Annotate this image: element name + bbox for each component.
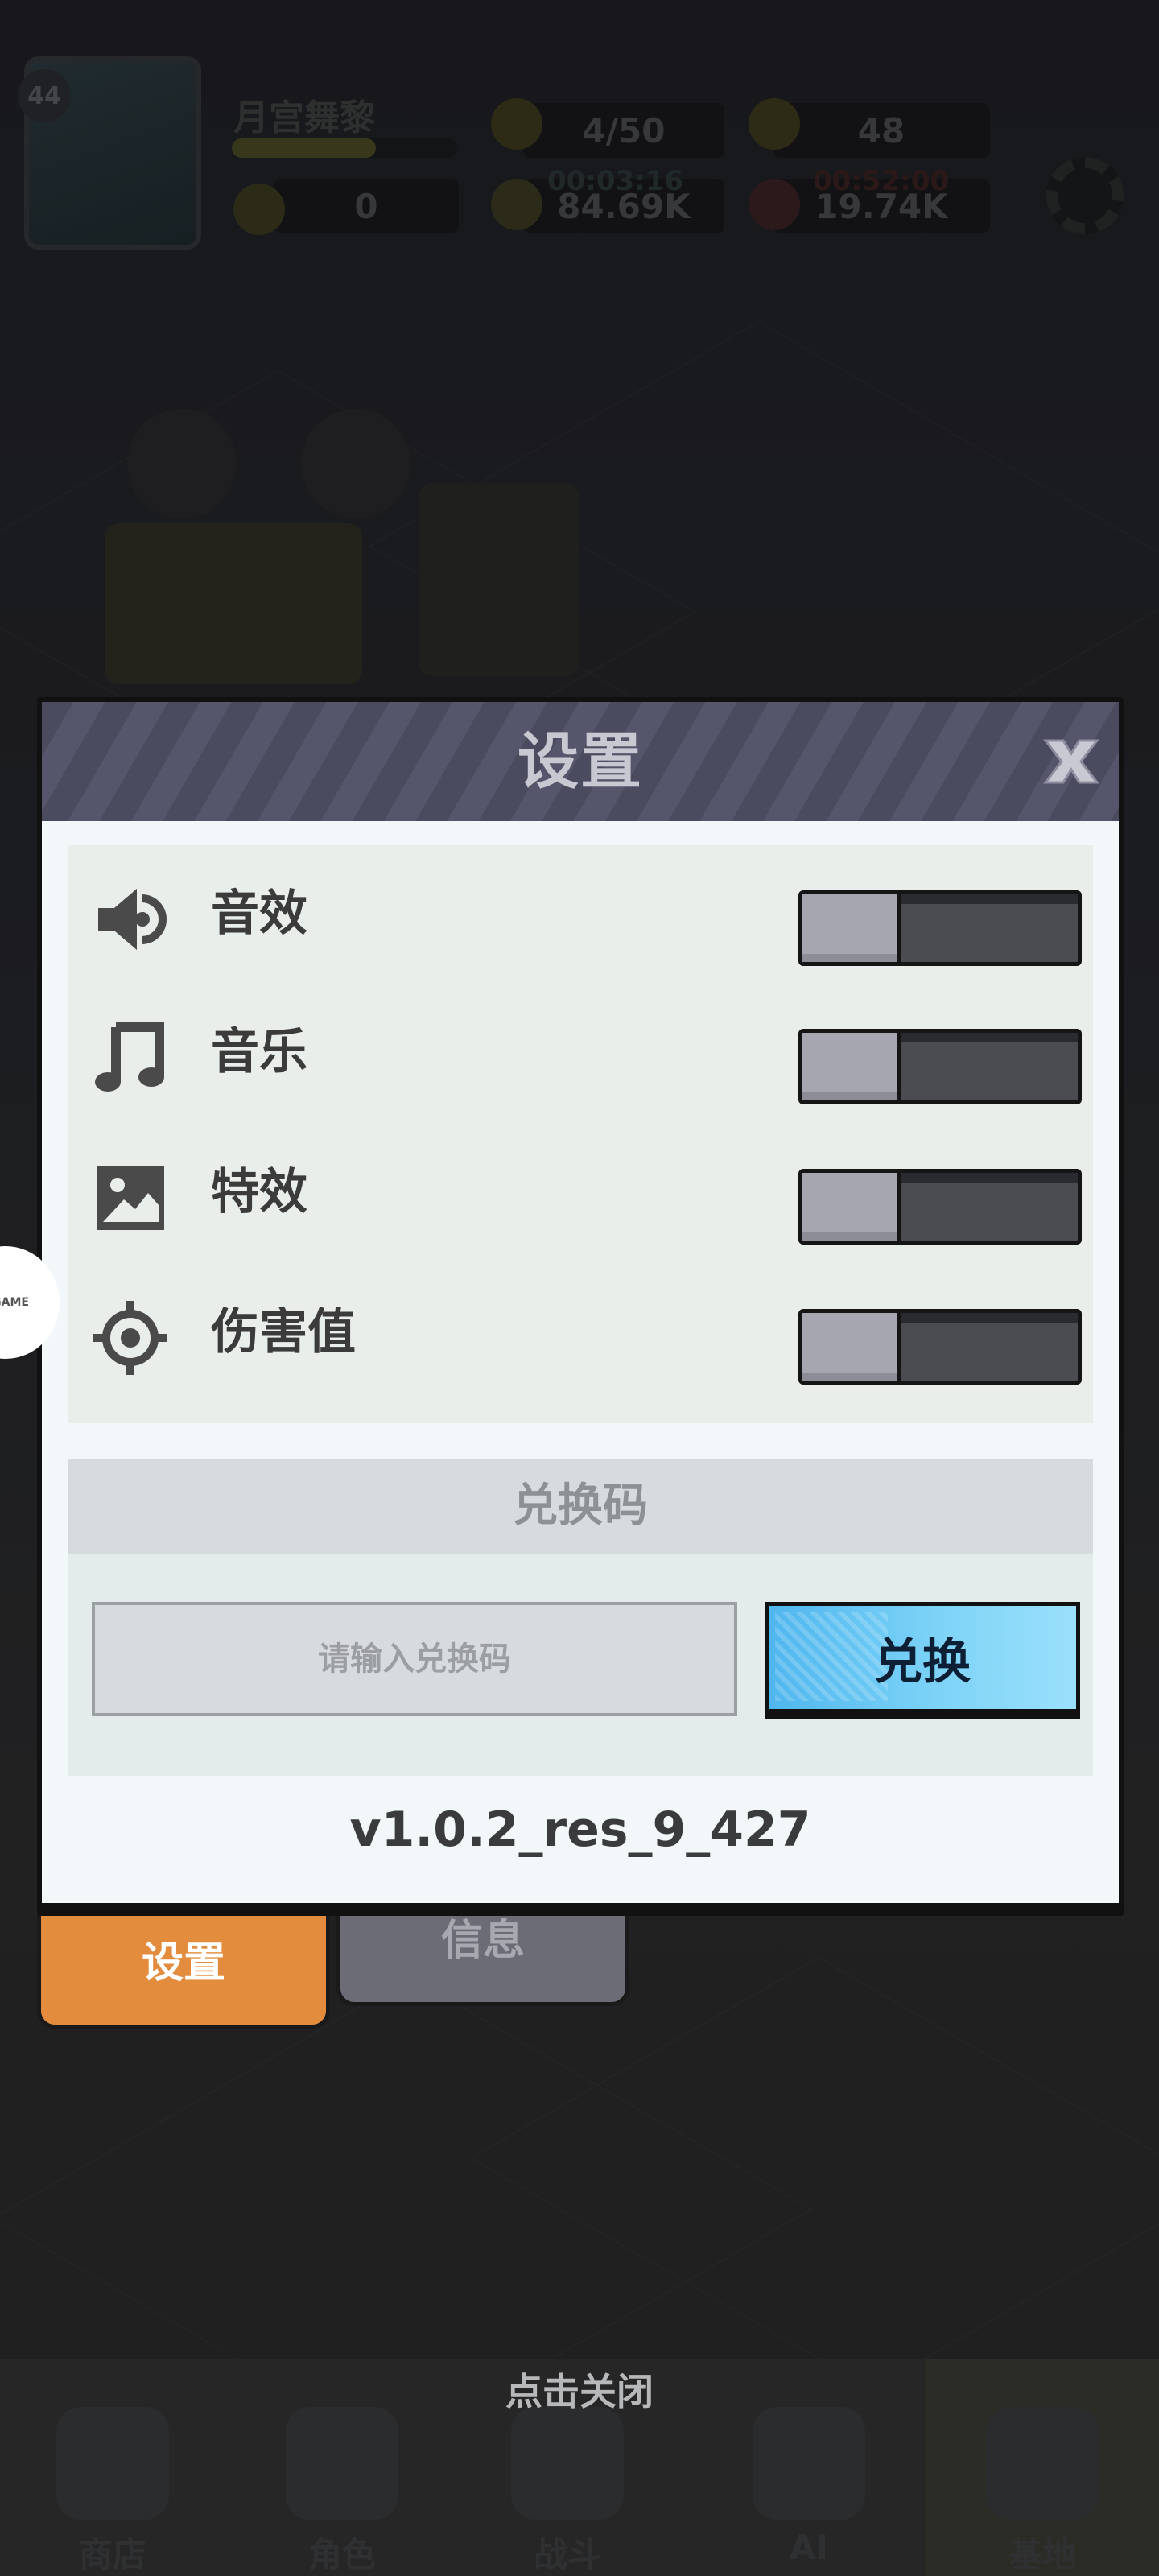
speaker-icon [92,881,169,958]
version-label: v1.0.2_res_9_427 [349,1802,811,1858]
damage-toggle[interactable] [798,1309,1082,1385]
redeem-button[interactable]: 兑换 [765,1602,1080,1713]
toggle-knob [802,1173,901,1241]
option-label: 音效 [211,886,307,942]
dialog-title: 设置 [518,725,643,797]
option-row-damage: 伤害值 [68,1280,1093,1385]
close-icon [1042,739,1100,784]
option-label: 音乐 [211,1024,307,1080]
sound-toggle[interactable] [798,890,1082,966]
option-label: 伤害值 [211,1304,356,1360]
music-toggle[interactable] [798,1029,1082,1104]
option-label: 特效 [211,1164,307,1220]
redeem-code-header: 兑换码 [68,1459,1093,1554]
music-note-icon [92,1019,169,1096]
toggle-knob [802,1313,901,1381]
option-row-music: 音乐 [68,1000,1093,1104]
settings-dialog: 设置 音效 音乐 特效 伤害值 兑换码 请输入兑换码 兑换 v1.0.2_res… [37,697,1124,1908]
toggle-knob [802,894,901,962]
option-row-effects: 特效 [68,1140,1093,1245]
image-icon [92,1159,169,1236]
toggle-knob [802,1033,901,1100]
effects-toggle[interactable] [798,1169,1082,1245]
crosshair-icon [92,1299,169,1377]
tap-to-close-hint[interactable]: 点击关闭 [0,2363,1159,2416]
option-row-sound: 音效 [68,861,1093,966]
close-button[interactable] [1035,729,1107,794]
options-panel: 音效 音乐 特效 伤害值 [68,845,1093,1423]
redeem-code-input[interactable] [92,1602,737,1716]
redeem-section: 兑换 [68,1554,1093,1776]
